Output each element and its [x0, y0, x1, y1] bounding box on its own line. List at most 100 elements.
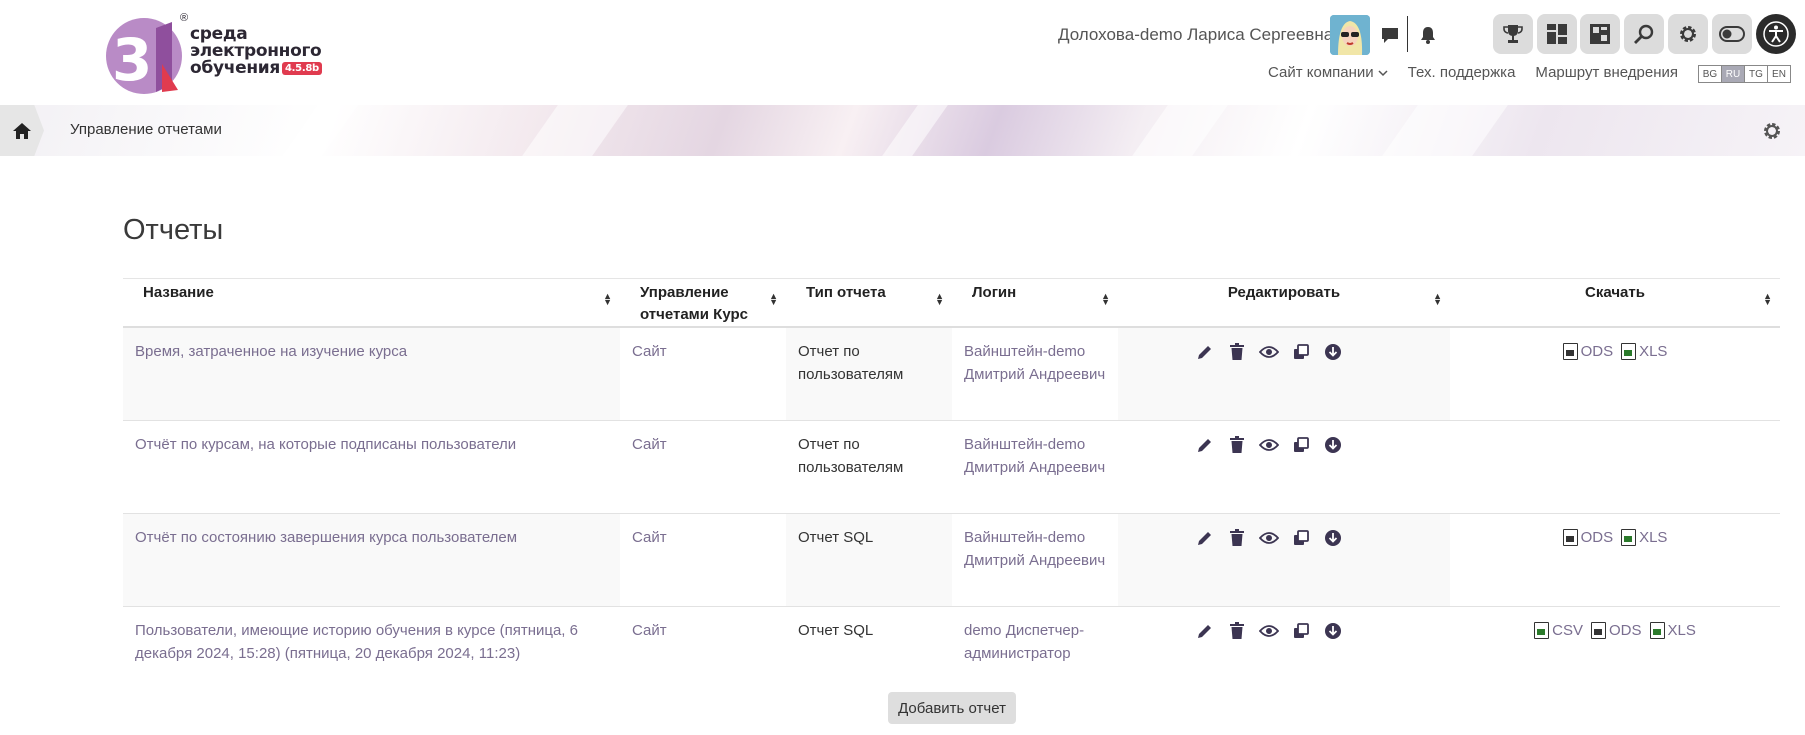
view-icon[interactable] — [1259, 435, 1279, 455]
ods-file-icon — [1562, 528, 1578, 546]
col-name-label: Название — [143, 284, 214, 301]
download-xls-link[interactable]: XLS — [1621, 340, 1667, 363]
col-name[interactable]: Название ▲ ▼ — [123, 278, 620, 328]
report-name-link[interactable]: Пользователи, имеющие историю обучения в… — [123, 606, 620, 676]
download-xls-link[interactable]: XLS — [1621, 526, 1667, 549]
avatar[interactable] — [1330, 15, 1370, 55]
download-cell: CSV ODS XLS — [1450, 606, 1780, 676]
lang-en[interactable]: EN — [1767, 65, 1791, 83]
accessibility-button[interactable] — [1756, 14, 1796, 54]
view-icon[interactable] — [1259, 342, 1279, 362]
edit-icon[interactable] — [1195, 528, 1215, 548]
report-login-link[interactable]: Вайнштейн-demo Дмитрий Андреевич — [952, 420, 1118, 514]
ods-file-icon — [1590, 621, 1606, 639]
report-manage-link[interactable]: Сайт — [620, 420, 786, 514]
version-badge: 4.5.8b — [282, 62, 322, 75]
toggle-icon — [1719, 26, 1745, 42]
download-ods-link[interactable]: ODS — [1562, 526, 1613, 549]
download-xls-label: XLS — [1639, 343, 1668, 360]
xls-file-icon — [1621, 343, 1637, 360]
col-type-label: Тип отчета — [806, 284, 886, 301]
chevron-down-icon — [1378, 69, 1388, 76]
view-icon[interactable] — [1259, 528, 1279, 548]
company-site-menu[interactable]: Сайт компании — [1268, 64, 1388, 81]
support-link[interactable]: Тех. поддержка — [1408, 64, 1516, 81]
report-login-link[interactable]: demo Диспетчер-администратор — [952, 606, 1118, 676]
copy-icon[interactable] — [1291, 621, 1311, 641]
report-manage-link[interactable]: Сайт — [620, 513, 786, 607]
breadcrumb: Управление отчетами — [0, 105, 1805, 156]
col-download[interactable]: Скачать ▲ ▼ — [1450, 278, 1780, 328]
download-csv-label: CSV — [1552, 621, 1583, 639]
table-row: Время, затраченное на изучение курса Сай… — [123, 327, 1780, 421]
report-name-link[interactable]: Отчёт по состоянию завершения курса поль… — [123, 513, 620, 607]
user-name[interactable]: Долохова-demo Лариса Сергеевна — [1058, 25, 1333, 45]
report-login-link[interactable]: Вайнштейн-demo Дмитрий Андреевич — [952, 327, 1118, 421]
delete-icon[interactable] — [1227, 528, 1247, 548]
report-name-link[interactable]: Время, затраченное на изучение курса — [123, 327, 620, 421]
edit-cell — [1118, 606, 1450, 676]
col-login[interactable]: Логин ▲ ▼ — [952, 278, 1118, 328]
download-ods-label: ODS — [1580, 343, 1614, 360]
route-link[interactable]: Маршрут внедрения — [1535, 64, 1678, 81]
delete-icon[interactable] — [1227, 621, 1247, 641]
search-button[interactable] — [1624, 14, 1664, 54]
trophy-button[interactable] — [1493, 14, 1533, 54]
copy-icon[interactable] — [1291, 435, 1311, 455]
col-type[interactable]: Тип отчета ▲ ▼ — [786, 278, 952, 328]
avatar-image — [1330, 15, 1370, 55]
chat-icon[interactable] — [1377, 22, 1403, 48]
delete-icon[interactable] — [1227, 342, 1247, 362]
download-circle-icon[interactable] — [1323, 435, 1343, 455]
xls-file-icon — [1621, 528, 1637, 546]
theme-toggle-button[interactable] — [1712, 14, 1752, 54]
home-icon — [13, 122, 31, 139]
home-button[interactable] — [0, 105, 44, 156]
report-manage-link[interactable]: Сайт — [620, 606, 786, 676]
decor-streak — [1132, 105, 1228, 156]
download-ods-link[interactable]: ODS — [1590, 619, 1642, 642]
download-circle-icon[interactable] — [1323, 342, 1343, 362]
lang-bg[interactable]: BG — [1698, 65, 1722, 83]
download-ods-link[interactable]: ODS — [1562, 340, 1614, 363]
col-edit[interactable]: Редактировать ▲ ▼ — [1118, 278, 1450, 328]
copy-icon[interactable] — [1291, 528, 1311, 548]
report-name-link[interactable]: Отчёт по курсам, на которые подписаны по… — [123, 420, 620, 514]
sort-icon: ▲ ▼ — [1101, 291, 1110, 307]
sort-icon: ▲ ▼ — [769, 291, 778, 307]
add-report-button[interactable]: Добавить отчет — [888, 692, 1016, 724]
layout-button[interactable] — [1580, 14, 1620, 54]
download-circle-icon[interactable] — [1323, 528, 1343, 548]
bell-icon[interactable] — [1415, 22, 1441, 48]
dashboard-icon — [1547, 24, 1567, 44]
decor-streak — [522, 105, 628, 156]
header-nav: Сайт компании Тех. поддержка Маршрут вне… — [1268, 64, 1678, 81]
col-manage[interactable]: Управление отчетами Курс ▲ ▼ — [620, 278, 786, 328]
copy-icon[interactable] — [1291, 342, 1311, 362]
lang-ru[interactable]: RU — [1721, 65, 1745, 83]
download-xls-label: XLS — [1639, 528, 1668, 546]
delete-icon[interactable] — [1227, 435, 1247, 455]
site-logo[interactable]: 3 ® среда электронного обучения 4.5.8b — [104, 12, 334, 98]
edit-icon[interactable] — [1195, 435, 1215, 455]
download-xls-link[interactable]: XLS — [1649, 619, 1696, 642]
download-circle-icon[interactable] — [1323, 621, 1343, 641]
sort-icon: ▲ ▼ — [1763, 291, 1772, 307]
download-xls-label: XLS — [1667, 621, 1696, 639]
settings-button[interactable] — [1668, 14, 1708, 54]
table-header-row: Название ▲ ▼ Управление отчетами Курс ▲ ▼ Ти… — [123, 278, 1780, 328]
edit-cell — [1118, 420, 1450, 514]
report-type: Отчет по пользователям — [786, 420, 952, 514]
edit-icon[interactable] — [1195, 342, 1215, 362]
report-manage-link[interactable]: Сайт — [620, 327, 786, 421]
csv-file-icon — [1534, 621, 1550, 639]
dashboard-button[interactable] — [1537, 14, 1577, 54]
page-settings-button[interactable] — [1761, 120, 1783, 146]
edit-icon[interactable] — [1195, 621, 1215, 641]
col-login-label: Логин — [972, 284, 1017, 301]
download-csv-link[interactable]: CSV — [1534, 619, 1583, 642]
view-icon[interactable] — [1259, 621, 1279, 641]
edit-cell — [1118, 513, 1450, 607]
lang-tg[interactable]: TG — [1744, 65, 1768, 83]
report-login-link[interactable]: Вайнштейн-demo Дмитрий Андреевич — [952, 513, 1118, 607]
